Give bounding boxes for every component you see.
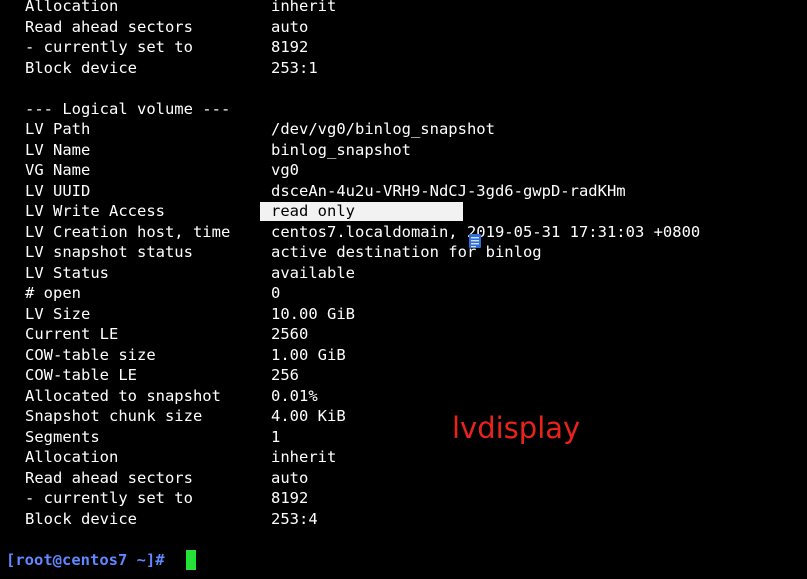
row-value: 253:4: [271, 509, 318, 528]
row-key: LV Write Access: [25, 202, 165, 220]
output-row: LV Size 10.00 GiB: [0, 304, 807, 325]
row-value: inherit: [271, 448, 337, 466]
row-key: - currently set to: [25, 38, 193, 56]
section-header-row: --- Logical volume ---: [0, 99, 807, 120]
output-row: Current LE 2560: [0, 324, 807, 345]
output-row: Snapshot chunk size 4.00 KiB: [0, 406, 807, 427]
terminal-output: Allocation inherit Read ahead sectors au…: [0, 0, 807, 529]
output-row: LV snapshot status active destination fo…: [0, 242, 807, 263]
row-value: active destination for binlog: [271, 243, 542, 261]
output-row: LV Name binlog_snapshot: [0, 140, 807, 161]
row-value: centos7.localdomain, 2019-05-31 17:31:03…: [271, 222, 701, 241]
row-key: LV Path: [25, 120, 91, 138]
row-key: Read ahead sectors: [25, 17, 193, 36]
row-value: 1: [271, 427, 281, 446]
row-value: 2560: [271, 325, 309, 343]
shell-prompt: [root@centos7 ~]#: [6, 551, 165, 569]
output-row: Read ahead sectors auto: [0, 468, 807, 489]
row-key: Snapshot chunk size: [25, 407, 203, 425]
output-row: # open 0: [0, 283, 807, 304]
selected-value[interactable]: read only: [271, 201, 355, 222]
row-key: LV UUID: [25, 181, 91, 200]
output-row: LV Path /dev/vg0/binlog_snapshot: [0, 119, 807, 140]
row-value: 0.01%: [271, 386, 318, 405]
row-key: # open: [25, 284, 81, 302]
output-row: Segments 1: [0, 427, 807, 448]
section-header: --- Logical volume ---: [25, 99, 231, 118]
row-key: COW-table LE: [25, 366, 137, 384]
output-row: Allocation inherit: [0, 447, 807, 468]
row-value: 256: [271, 366, 299, 384]
output-row: COW-table size 1.00 GiB: [0, 345, 807, 366]
row-value: auto: [271, 17, 309, 36]
output-row: Allocation inherit: [0, 0, 807, 17]
output-row: Read ahead sectors auto: [0, 17, 807, 38]
row-value: /dev/vg0/binlog_snapshot: [271, 120, 495, 138]
row-key: Allocated to snapshot: [25, 386, 221, 405]
terminal-window[interactable]: Allocation inherit Read ahead sectors au…: [0, 0, 807, 579]
row-value: inherit: [271, 0, 337, 15]
output-row: - currently set to 8192: [0, 488, 807, 509]
output-row: - currently set to 8192: [0, 37, 807, 58]
output-row: Allocated to snapshot 0.01%: [0, 386, 807, 407]
row-value: 253:1: [271, 58, 318, 77]
row-value: binlog_snapshot: [271, 140, 411, 159]
row-key: LV snapshot status: [25, 243, 193, 261]
row-key: Block device: [25, 509, 137, 528]
row-value: 8192: [271, 489, 309, 507]
row-key: - currently set to: [25, 489, 193, 507]
row-key: LV Creation host, time: [25, 222, 231, 241]
row-value: dsceAn-4u2u-VRH9-NdCJ-3gd6-gwpD-radKHm: [271, 181, 626, 200]
annotation-label: lvdisplay: [452, 411, 581, 445]
row-key: COW-table size: [25, 345, 156, 364]
row-key: Block device: [25, 58, 137, 77]
row-key: Current LE: [25, 325, 119, 343]
output-row: LV UUID dsceAn-4u2u-VRH9-NdCJ-3gd6-gwpD-…: [0, 181, 807, 202]
row-key: LV Size: [25, 304, 91, 323]
row-value: available: [271, 263, 355, 282]
row-value: vg0: [271, 161, 299, 179]
output-row: LV Status available: [0, 263, 807, 284]
row-key: Allocation: [25, 448, 119, 466]
output-row: Block device 253:4: [0, 509, 807, 530]
document-icon[interactable]: [466, 232, 484, 250]
row-value: 1.00 GiB: [271, 345, 346, 364]
terminal-cursor[interactable]: [186, 550, 196, 570]
row-value: auto: [271, 468, 309, 487]
blank-row: [0, 78, 807, 99]
output-row: COW-table LE 256: [0, 365, 807, 386]
row-key: VG Name: [25, 161, 91, 179]
row-value: 8192: [271, 38, 309, 56]
row-key: LV Name: [25, 140, 91, 159]
row-key: Read ahead sectors: [25, 468, 193, 487]
row-key: LV Status: [25, 263, 109, 282]
output-row: LV Creation host, time centos7.localdoma…: [0, 222, 807, 243]
row-value: 10.00 GiB: [271, 304, 355, 323]
output-row: VG Name vg0: [0, 160, 807, 181]
row-key: Allocation: [25, 0, 119, 15]
output-row: Block device 253:1: [0, 58, 807, 79]
row-key: Segments: [25, 427, 100, 446]
row-value: 4.00 KiB: [271, 407, 346, 425]
row-value: 0: [271, 284, 281, 302]
output-row-selected: LV Write Access read only: [0, 201, 807, 222]
